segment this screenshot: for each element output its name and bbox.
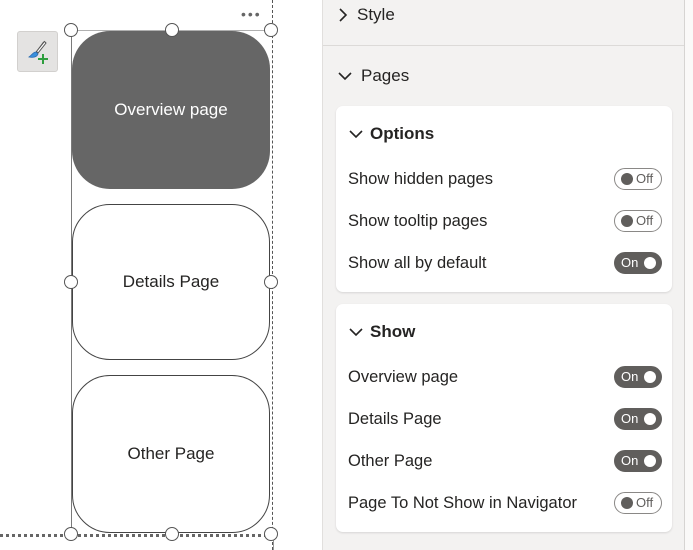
toggle-knob: [644, 455, 656, 467]
chevron-down-icon: [349, 328, 363, 337]
chevron-down-icon: [338, 72, 352, 81]
chevron-down-icon: [349, 130, 363, 139]
nav-button-label: Details Page: [122, 272, 220, 291]
show-row-other: Other Page On: [348, 448, 662, 474]
resize-handle-bottom[interactable]: [165, 527, 179, 541]
show-row-details: Details Page On: [348, 406, 662, 432]
nav-button-details[interactable]: Details Page: [72, 204, 270, 360]
show-label: Overview page: [348, 367, 459, 386]
section-label: Style: [357, 5, 395, 24]
resize-handle-right[interactable]: [264, 275, 278, 289]
page-boundary-bottom: [0, 534, 273, 537]
section-pages-header[interactable]: Pages: [337, 66, 409, 86]
show-label: Other Page: [348, 451, 433, 470]
report-canvas: Overview page Details Page Other Page ••…: [0, 0, 322, 550]
toggle-text: On: [621, 453, 639, 468]
format-pane-scrollbar[interactable]: [684, 0, 693, 550]
chevron-right-icon: [339, 8, 348, 22]
show-card-header[interactable]: Show: [348, 322, 415, 342]
toggle-show-overview-page[interactable]: On: [614, 366, 662, 388]
toggle-show-page-not-in-navigator[interactable]: Off: [614, 492, 662, 514]
nav-button-other[interactable]: Other Page: [72, 375, 270, 533]
option-label: Show all by default: [348, 253, 487, 272]
toggle-knob: [644, 371, 656, 383]
resize-handle-top[interactable]: [165, 23, 179, 37]
toggle-show-hidden-pages[interactable]: Off: [614, 168, 662, 190]
section-label: Pages: [361, 66, 410, 85]
nav-button-label: Other Page: [127, 444, 215, 463]
toggle-text: Off: [636, 171, 654, 186]
card-title: Options: [370, 124, 435, 143]
toggle-show-all-by-default[interactable]: On: [614, 252, 662, 274]
toggle-text: On: [621, 255, 639, 270]
section-divider: [323, 45, 685, 46]
section-style-header[interactable]: Style: [337, 5, 395, 25]
options-card-header[interactable]: Options: [348, 124, 434, 144]
card-title: Show: [370, 322, 416, 341]
option-label: Show tooltip pages: [348, 211, 488, 230]
option-row-tooltip-pages: Show tooltip pages Off: [348, 208, 662, 234]
show-label: Details Page: [348, 409, 442, 428]
format-pane: Style Pages Options Show hidden pages Of…: [322, 0, 685, 550]
toggle-show-details-page[interactable]: On: [614, 408, 662, 430]
toggle-knob: [644, 257, 656, 269]
more-options-icon[interactable]: •••: [241, 6, 262, 22]
show-label: Page To Not Show in Navigator: [348, 493, 577, 512]
resize-handle-left[interactable]: [64, 275, 78, 289]
nav-button-label: Overview page: [114, 100, 228, 119]
options-card: Options Show hidden pages Off Show toolt…: [336, 106, 672, 292]
resize-handle-bottom-right[interactable]: [264, 527, 278, 541]
show-row-not-in-navigator: Page To Not Show in Navigator Off: [348, 490, 662, 516]
toggle-knob: [621, 215, 633, 227]
toggle-text: Off: [636, 213, 654, 228]
option-label: Show hidden pages: [348, 169, 493, 188]
show-row-overview: Overview page On: [348, 364, 662, 390]
toggle-show-tooltip-pages[interactable]: Off: [614, 210, 662, 232]
resize-handle-top-right[interactable]: [264, 23, 278, 37]
toggle-text: On: [621, 411, 639, 426]
toggle-text: On: [621, 369, 639, 384]
show-card: Show Overview page On Details Page On Ot…: [336, 304, 672, 532]
option-row-hidden-pages: Show hidden pages Off: [348, 166, 662, 192]
resize-handle-top-left[interactable]: [64, 23, 78, 37]
toggle-knob: [621, 173, 633, 185]
toggle-knob: [644, 413, 656, 425]
nav-button-overview[interactable]: Overview page: [72, 31, 270, 189]
format-painter-button[interactable]: [17, 31, 58, 72]
paintbrush-plus-icon: [27, 40, 48, 64]
toggle-knob: [621, 497, 633, 509]
option-row-show-all: Show all by default On: [348, 250, 662, 276]
resize-handle-bottom-left[interactable]: [64, 527, 78, 541]
toggle-text: Off: [636, 495, 654, 510]
toggle-show-other-page[interactable]: On: [614, 450, 662, 472]
